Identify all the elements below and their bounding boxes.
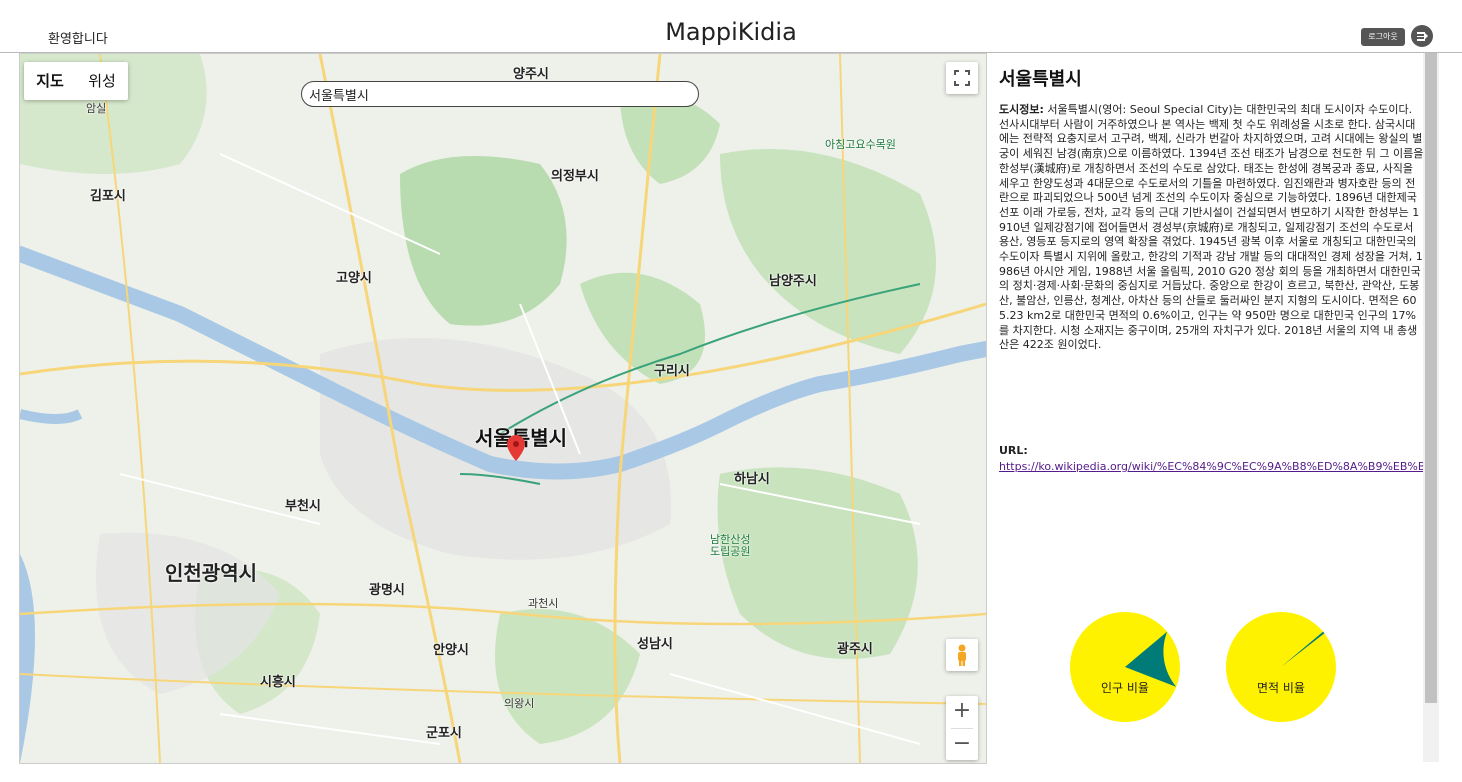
map-label-gwangmyeong: 광명시 <box>369 583 405 598</box>
map-type-roadmap-tab[interactable]: 지도 <box>24 62 76 100</box>
map-type-control: 지도 위성 <box>24 62 128 100</box>
app-header: 환영합니다 MappiKidia 로그아웃 <box>0 0 1462 53</box>
url-label: URL: <box>999 444 1028 457</box>
map-label-arboretum: 아침고요수목원 <box>825 138 896 151</box>
logout-button[interactable]: 로그아웃 <box>1361 28 1405 46</box>
population-ratio-pie <box>1070 612 1180 722</box>
population-ratio-label: 인구 비율 <box>1101 681 1149 695</box>
map-label-seongnam: 성남시 <box>637 637 673 652</box>
info-scrollbar[interactable] <box>1423 53 1439 762</box>
zoom-out-button[interactable]: − <box>946 729 978 761</box>
wiki-url-link[interactable]: https://ko.wikipedia.org/wiki/%EC%84%9C%… <box>999 460 1423 473</box>
map-label-gimpo: 김포시 <box>90 189 126 204</box>
map-label-hanam: 하남시 <box>734 472 770 487</box>
map-label-bucheon: 부천시 <box>285 499 321 514</box>
app-title: MappiKidia <box>665 18 797 46</box>
area-ratio-pie <box>1226 612 1336 722</box>
description-label: 도시정보: <box>999 103 1044 116</box>
city-description: 도시정보: 서울특별시(영어: Seoul Special City)는 대한민… <box>999 103 1423 353</box>
map-type-satellite-tab[interactable]: 위성 <box>76 62 128 100</box>
map-label-namhansanseong: 남한산성 도립공원 <box>710 533 751 558</box>
map-label-siheung: 시흥시 <box>260 675 296 690</box>
city-title: 서울특별시 <box>999 69 1082 90</box>
map-label-uijeongbu: 의정부시 <box>551 169 599 184</box>
map-label-gunpo: 군포시 <box>426 726 462 741</box>
map-label-amsil: 암실 <box>86 102 107 115</box>
map-label-yangju: 양주시 <box>513 67 549 82</box>
description-text: 서울특별시(영어: Seoul Special City)는 대한민국의 최대 … <box>999 103 1423 352</box>
map-label-anyang: 안양시 <box>433 643 469 658</box>
info-panel: 서울특별시 도시정보: 서울특별시(영어: Seoul Special City… <box>989 53 1423 762</box>
location-pin-icon[interactable] <box>507 435 525 461</box>
map-label-goyang: 고양시 <box>336 271 372 286</box>
map-view[interactable]: 암실 양주시 의정부시 김포시 고양시 남양주시 구리시 서울특별시 하남시 부… <box>19 53 987 764</box>
map-search-input[interactable] <box>301 81 699 107</box>
zoom-in-button[interactable]: + <box>946 696 978 728</box>
area-ratio-label: 면적 비율 <box>1257 681 1305 695</box>
street-view-pegman-icon[interactable] <box>946 639 978 671</box>
map-label-guri: 구리시 <box>654 364 690 379</box>
scrollbar-thumb[interactable] <box>1425 53 1437 703</box>
map-label-gwangju: 광주시 <box>837 642 873 657</box>
zoom-control: + − <box>946 696 978 760</box>
map-label-gwacheon: 과천시 <box>528 597 559 610</box>
fullscreen-icon[interactable] <box>946 62 978 94</box>
map-label-uiwang: 의왕시 <box>504 697 535 710</box>
map-label-incheon: 인천광역시 <box>165 561 257 585</box>
menu-collapse-icon[interactable] <box>1411 25 1433 47</box>
map-label-namyangju: 남양주시 <box>769 274 817 289</box>
